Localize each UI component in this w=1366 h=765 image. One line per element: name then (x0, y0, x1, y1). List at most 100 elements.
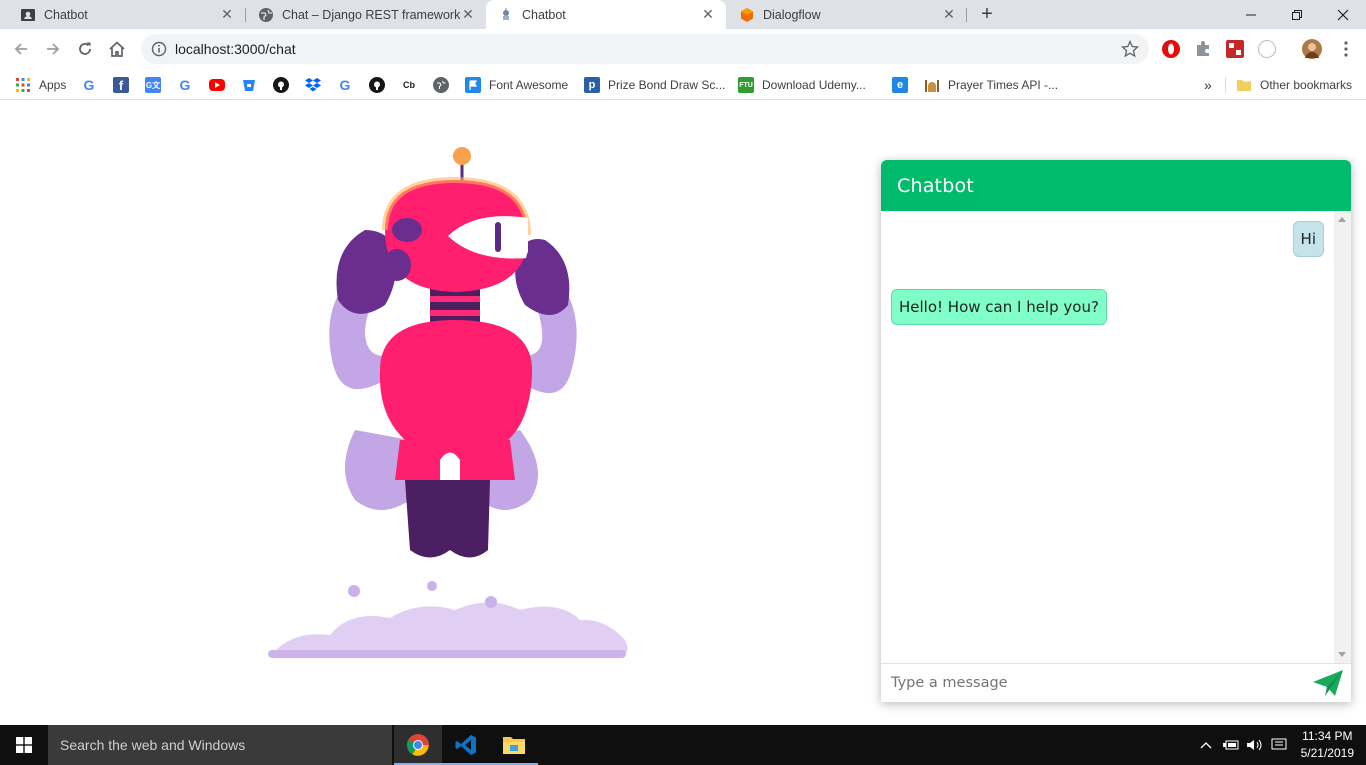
other-bookmarks-folder[interactable]: Other bookmarks (1236, 74, 1352, 96)
bookmark-label: Prize Bond Draw Sc... (608, 78, 726, 92)
taskbar-file-explorer[interactable] (490, 725, 538, 765)
back-button[interactable] (9, 37, 33, 61)
e-icon: e (892, 77, 908, 93)
tab-strip: Chatbot ✕ Chat – Django REST framework ✕… (0, 0, 1366, 29)
bookmark-prayer-times[interactable]: Prayer Times API -... (924, 74, 1058, 96)
bookmark-label: Prayer Times API -... (948, 78, 1059, 92)
dialogflow-icon (739, 7, 755, 23)
globe-icon (433, 77, 449, 93)
user-message-bubble: Hi (1292, 221, 1324, 257)
tab-chatbot-active[interactable]: Chatbot ✕ (486, 0, 726, 29)
bookmark-globe[interactable] (433, 74, 457, 96)
taskbar-vscode[interactable] (442, 725, 490, 765)
bookmark-google-translate[interactable]: G文 (145, 74, 169, 96)
chrome-icon (407, 734, 429, 756)
bookmark-label: Apps (39, 78, 67, 92)
action-center-icon[interactable] (1268, 725, 1290, 765)
puzzle-extension-icon[interactable] (1194, 40, 1212, 58)
browser-toolbar: localhost:3000/chat (0, 29, 1366, 69)
bookmark-star-icon[interactable] (1121, 40, 1139, 58)
globe-icon (258, 7, 274, 23)
bookmark-dropbox[interactable] (305, 74, 329, 96)
bookmark-e[interactable]: e (892, 74, 916, 96)
new-tab-button[interactable]: + (976, 3, 998, 25)
tab-close-icon[interactable]: ✕ (460, 6, 476, 23)
crunchbase-icon: Cb (403, 80, 415, 90)
bookmark-facebook[interactable]: f (113, 74, 137, 96)
tab-chatbot-1[interactable]: Chatbot ✕ (0, 0, 245, 29)
tray-overflow-icon[interactable] (1196, 725, 1216, 765)
chat-scrollbar[interactable] (1334, 211, 1351, 663)
taskbar-clock[interactable]: 11:34 PM 5/21/2019 (1301, 728, 1354, 762)
tab-divider (966, 8, 967, 22)
tab-dialogflow[interactable]: Dialogflow ✕ (727, 0, 967, 29)
vscode-icon (455, 735, 476, 755)
robot-favicon-icon (498, 7, 514, 23)
start-button[interactable] (0, 725, 48, 765)
tab-title: Chatbot (44, 7, 88, 22)
chrome-menu-icon[interactable] (1334, 37, 1358, 61)
bookmark-label: Font Awesome (489, 78, 569, 92)
ring-extension-icon[interactable] (1258, 40, 1276, 58)
opera-extension-icon[interactable] (1162, 40, 1180, 58)
chat-title: Chatbot (897, 174, 974, 197)
tab-title: Chat – Django REST framework (282, 7, 460, 22)
tab-close-icon[interactable]: ✕ (941, 6, 957, 23)
clock-date: 5/21/2019 (1300, 746, 1354, 760)
google-translate-icon: G文 (145, 77, 161, 93)
windows-logo-icon (16, 737, 32, 753)
bookmark-prize-bond[interactable]: p Prize Bond Draw Sc... (584, 74, 725, 96)
forward-button[interactable] (41, 37, 65, 61)
mosque-icon (924, 77, 940, 93)
bookmark-github[interactable] (273, 74, 297, 96)
tab-close-icon[interactable]: ✕ (219, 6, 235, 23)
chat-messages: Hi Hello! How can I help you? (881, 211, 1351, 663)
taskbar-chrome[interactable] (394, 725, 442, 765)
home-button[interactable] (105, 37, 129, 61)
chat-window: Chatbot Hi Hello! How can I help you? (881, 160, 1351, 702)
message-input[interactable] (881, 665, 1311, 701)
bookmark-youtube[interactable] (209, 74, 233, 96)
bookmark-google-2[interactable]: G (177, 74, 201, 96)
volume-icon[interactable] (1244, 725, 1266, 765)
grid-extension-icon[interactable] (1226, 40, 1244, 58)
bookmark-font-awesome[interactable]: Font Awesome (465, 74, 568, 96)
chat-header: Chatbot (881, 160, 1351, 211)
p-icon: p (584, 77, 600, 93)
contact-card-icon (20, 7, 36, 23)
taskbar-search-placeholder: Search the web and Windows (60, 737, 246, 753)
bookmark-github-2[interactable] (369, 74, 393, 96)
bookmark-label: Download Udemy... (762, 78, 866, 92)
bookmark-label: Other bookmarks (1260, 78, 1353, 92)
scroll-down-arrow-icon[interactable] (1338, 652, 1346, 657)
address-bar[interactable]: localhost:3000/chat (141, 34, 1149, 64)
folder-icon (1236, 77, 1252, 93)
send-button[interactable] (1311, 668, 1345, 698)
scroll-up-arrow-icon[interactable] (1338, 217, 1346, 222)
bookmark-google-3[interactable]: G (337, 74, 361, 96)
bookmark-crunchbase[interactable]: Cb (401, 74, 425, 96)
bookmark-google[interactable]: G (81, 74, 105, 96)
flag-icon (465, 77, 481, 93)
windows-taskbar: Search the web and Windows 11:34 PM 5/21… (0, 725, 1366, 765)
more-bookmarks-button[interactable]: » (1204, 74, 1212, 96)
chat-input-bar (881, 663, 1351, 702)
bookmark-apps[interactable]: Apps (15, 74, 66, 96)
google-icon: G (83, 77, 95, 93)
site-info-icon[interactable] (151, 41, 167, 57)
ftu-icon: FTU (738, 77, 754, 93)
close-window-button[interactable] (1320, 0, 1366, 29)
battery-icon[interactable] (1220, 725, 1242, 765)
bookmark-bitbucket[interactable] (241, 74, 265, 96)
reload-button[interactable] (73, 37, 97, 61)
minimize-button[interactable] (1228, 0, 1274, 29)
tab-close-icon[interactable]: ✕ (700, 6, 716, 23)
taskbar-search[interactable]: Search the web and Windows (48, 725, 392, 765)
bookmarks-bar: Apps G f G文 G G Cb Font Awesome p Prize … (0, 69, 1366, 100)
bookmark-download-udemy[interactable]: FTU Download Udemy... (738, 74, 866, 96)
restore-button[interactable] (1274, 0, 1320, 29)
tab-django-rest[interactable]: Chat – Django REST framework ✕ (246, 0, 486, 29)
profile-avatar-icon[interactable] (1302, 39, 1322, 59)
google-icon: G (179, 77, 191, 93)
url-text[interactable]: localhost:3000/chat (175, 41, 296, 57)
